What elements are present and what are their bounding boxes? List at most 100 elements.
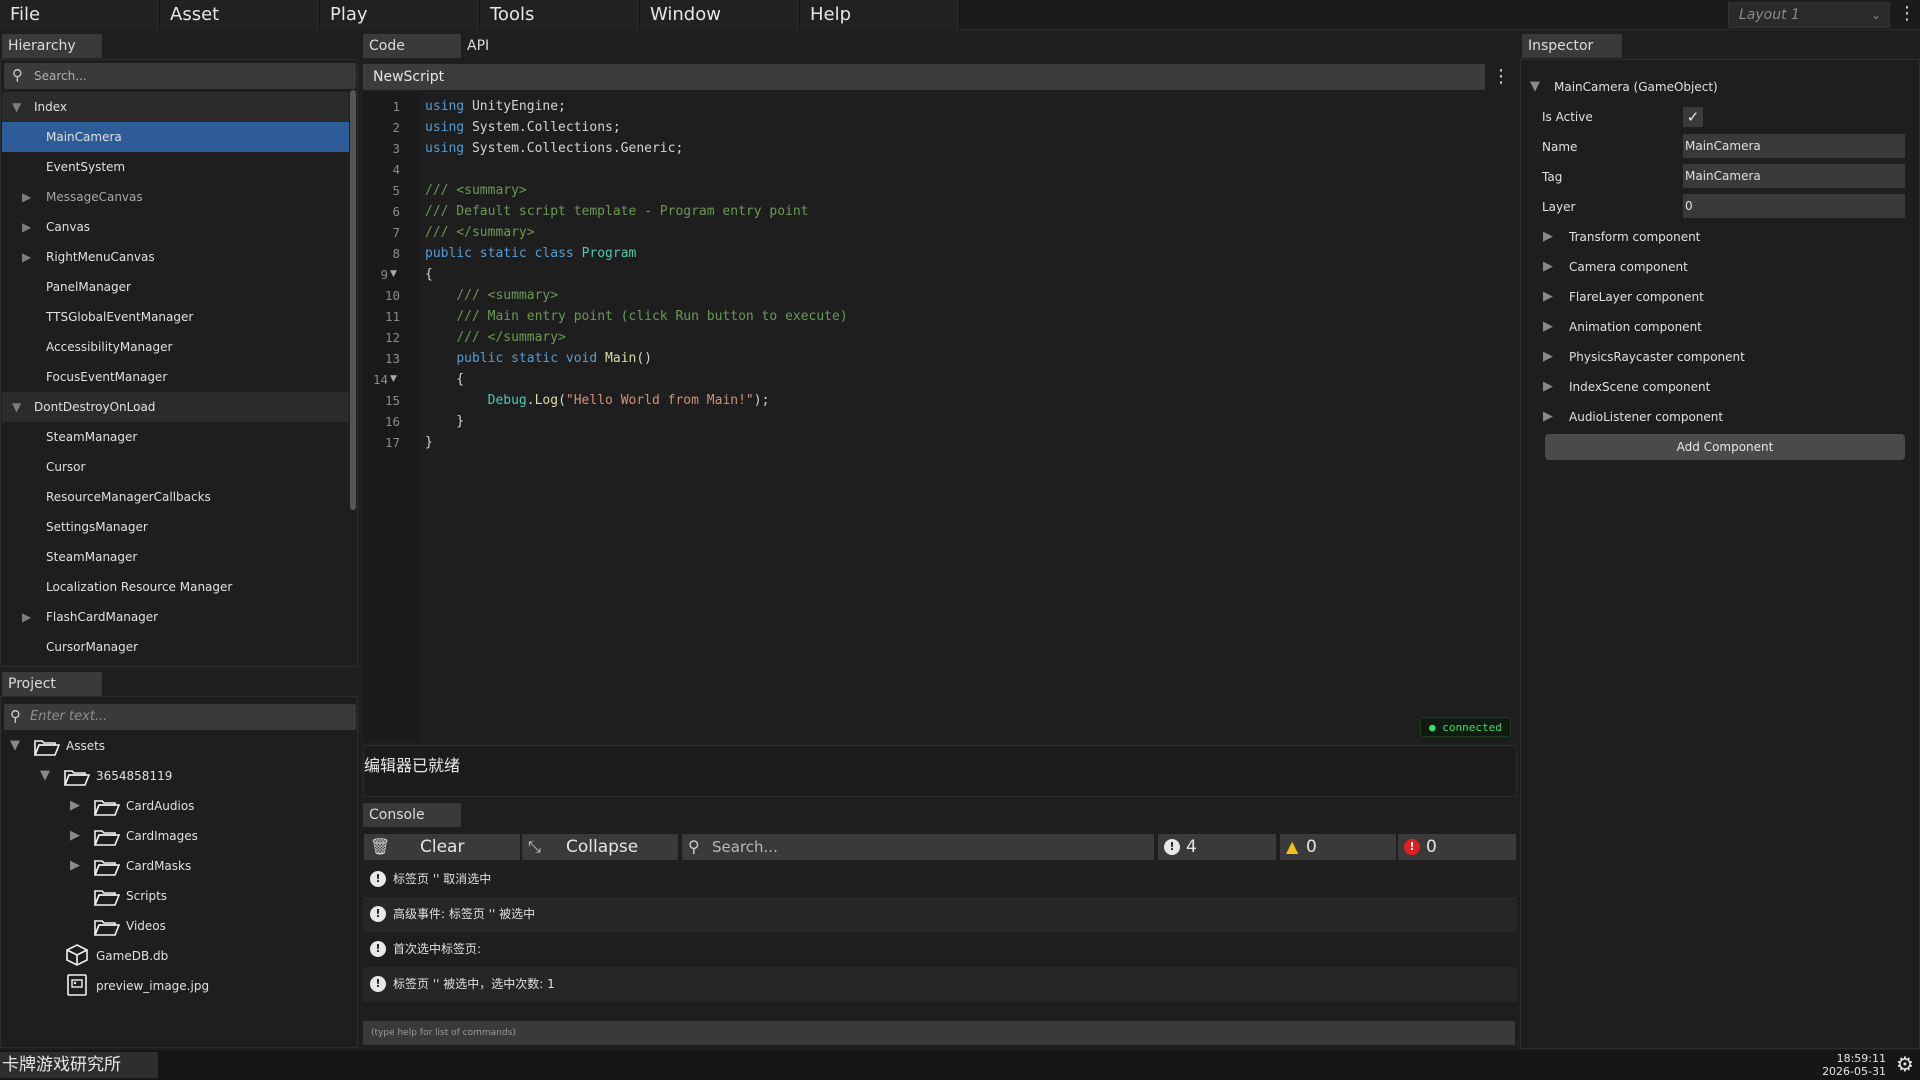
hierarchy-scene-row[interactable]: ▼ Index [2, 92, 349, 122]
chevron-right-icon[interactable]: ▶ [22, 212, 36, 242]
layout-select[interactable]: Layout 1 ⌄ [1728, 2, 1890, 28]
hierarchy-item[interactable]: PanelManager [2, 272, 349, 302]
fold-toggle-icon[interactable]: ▼ [390, 369, 397, 390]
console-log-row[interactable]: ! 首次选中标签页: [363, 932, 1517, 967]
chevron-right-icon[interactable]: ▶ [1543, 312, 1553, 342]
tab-console[interactable]: Console [363, 803, 461, 827]
chevron-right-icon[interactable]: ▶ [1543, 342, 1553, 372]
hierarchy-search-input[interactable]: ⚲ Search... [4, 63, 356, 89]
menu-asset[interactable]: Asset [160, 0, 318, 30]
chevron-right-icon[interactable]: ▶ [1543, 402, 1553, 432]
project-item[interactable]: Scripts [68, 881, 348, 911]
hierarchy-item[interactable]: ResourceManagerCallbacks [2, 482, 349, 512]
console-search-input[interactable]: ⚲ Search... [682, 834, 1154, 860]
menu-help[interactable]: Help [800, 0, 958, 30]
hierarchy-item[interactable]: ▶ MessageCanvas [2, 182, 349, 212]
console-log-row[interactable]: ! 标签页 '' 取消选中 [363, 862, 1517, 897]
more-vertical-icon[interactable]: ⋮ [1492, 64, 1510, 90]
menu-file[interactable]: File [0, 0, 158, 30]
menu-window[interactable]: Window [640, 0, 798, 30]
chevron-down-icon[interactable]: ▼ [40, 761, 50, 791]
hierarchy-item[interactable]: ▶ Canvas [2, 212, 349, 242]
component-row[interactable]: ▶ AudioListener component [1543, 402, 1903, 432]
hierarchy-item[interactable]: Cursor [2, 452, 349, 482]
add-component-button[interactable]: Add Component [1545, 434, 1905, 460]
chevron-down-icon[interactable]: ▼ [10, 731, 20, 761]
hierarchy-item[interactable]: ▶ RightMenuCanvas [2, 242, 349, 272]
tag-field[interactable]: MainCamera [1683, 164, 1905, 188]
chevron-right-icon[interactable]: ▶ [70, 791, 80, 821]
tab-hierarchy[interactable]: Hierarchy [2, 34, 102, 58]
studio-name[interactable]: 卡牌游戏研究所 [0, 1052, 158, 1078]
more-vertical-icon[interactable]: ⋮ [1898, 3, 1916, 27]
error-filter-button[interactable]: ! 0 [1398, 834, 1516, 860]
tab-project[interactable]: Project [2, 672, 102, 696]
chevron-right-icon[interactable]: ▶ [22, 242, 36, 272]
gear-icon[interactable]: ⚙ [1893, 1052, 1917, 1076]
hierarchy-item[interactable]: AccessibilityManager [2, 332, 349, 362]
console-log-message: 首次选中标签页: [393, 942, 482, 956]
tab-inspector[interactable]: Inspector [1522, 34, 1622, 58]
project-item[interactable]: ▶ CardAudios [68, 791, 348, 821]
chevron-right-icon[interactable]: ▶ [1543, 252, 1553, 282]
chevron-down-icon[interactable]: ▼ [12, 92, 26, 122]
hierarchy-item[interactable]: ▶ FlashCardManager [2, 602, 349, 632]
folder-open-icon [93, 917, 121, 936]
console-log-row[interactable]: ! 高级事件: 标签页 '' 被选中 [363, 897, 1517, 932]
project-item-label: Scripts [126, 889, 168, 903]
console-log-row[interactable]: ! 标签页 '' 被选中，选中次数: 1 [363, 967, 1517, 1002]
chevron-right-icon[interactable]: ▶ [22, 602, 36, 632]
hierarchy-item[interactable]: Localization Resource Manager [2, 572, 349, 602]
warning-filter-button[interactable]: ▲ 0 [1280, 834, 1396, 860]
chevron-right-icon[interactable]: ▶ [1543, 372, 1553, 402]
hierarchy-item[interactable]: EventSystem [2, 152, 349, 182]
hierarchy-item[interactable]: TTSGlobalEventManager [2, 302, 349, 332]
component-row[interactable]: ▶ Transform component [1543, 222, 1903, 252]
project-item[interactable]: ▶ CardImages [68, 821, 348, 851]
project-search-input[interactable]: ⚲ Enter text... [4, 704, 356, 730]
hierarchy-scene-row[interactable]: ▼ DontDestroyOnLoad [2, 392, 349, 422]
component-row[interactable]: ▶ PhysicsRaycaster component [1543, 342, 1903, 372]
chevron-right-icon[interactable]: ▶ [22, 182, 36, 212]
hierarchy-item-label: AccessibilityManager [46, 340, 173, 354]
line-number: 7 [392, 225, 400, 240]
project-item[interactable]: GameDB.db [38, 941, 348, 971]
hierarchy-item[interactable]: MainCamera [2, 122, 349, 152]
layer-field[interactable]: 0 [1683, 194, 1905, 218]
component-row[interactable]: ▶ FlareLayer component [1543, 282, 1903, 312]
component-row[interactable]: ▶ Camera component [1543, 252, 1903, 282]
menu-play[interactable]: Play [320, 0, 478, 30]
hierarchy-item-label: Index [34, 100, 68, 114]
tab-api[interactable]: API [461, 34, 561, 58]
hierarchy-search-placeholder: Search... [34, 69, 87, 83]
hierarchy-item[interactable]: CursorManager [2, 632, 349, 662]
hierarchy-scrollbar[interactable] [350, 90, 356, 510]
hierarchy-item[interactable]: SteamManager [2, 422, 349, 452]
component-row[interactable]: ▶ Animation component [1543, 312, 1903, 342]
chevron-right-icon[interactable]: ▶ [1543, 222, 1553, 252]
project-item[interactable]: Videos [68, 911, 348, 941]
project-item[interactable]: preview_image.jpg [38, 971, 348, 1001]
collapse-button[interactable]: ⤡ Collapse [522, 834, 678, 860]
tab-code[interactable]: Code [363, 34, 461, 58]
project-item[interactable]: ▶ CardMasks [68, 851, 348, 881]
menu-tools[interactable]: Tools [480, 0, 638, 30]
project-item[interactable]: ▼ 3654858119 [38, 761, 348, 791]
clear-button[interactable]: 🗑 Clear [364, 834, 520, 860]
project-item[interactable]: ▼ Assets [8, 731, 348, 761]
chevron-right-icon[interactable]: ▶ [70, 851, 80, 881]
is-active-checkbox[interactable]: ✓ [1683, 107, 1703, 127]
name-field[interactable]: MainCamera [1683, 134, 1905, 158]
fold-toggle-icon[interactable]: ▼ [390, 264, 397, 285]
chevron-down-icon[interactable]: ▼ [12, 392, 26, 422]
info-filter-button[interactable]: ! 4 [1158, 834, 1276, 860]
layout-select-value: Layout 1 [1739, 7, 1800, 23]
hierarchy-item[interactable]: FocusEventManager [2, 362, 349, 392]
component-row[interactable]: ▶ IndexScene component [1543, 372, 1903, 402]
chevron-right-icon[interactable]: ▶ [1543, 282, 1553, 312]
hierarchy-item[interactable]: SteamManager [2, 542, 349, 572]
hierarchy-item-label: Cursor [46, 460, 86, 474]
command-input[interactable]: (type help for list of commands) [363, 1021, 1515, 1045]
chevron-right-icon[interactable]: ▶ [70, 821, 80, 851]
hierarchy-item[interactable]: SettingsManager [2, 512, 349, 542]
